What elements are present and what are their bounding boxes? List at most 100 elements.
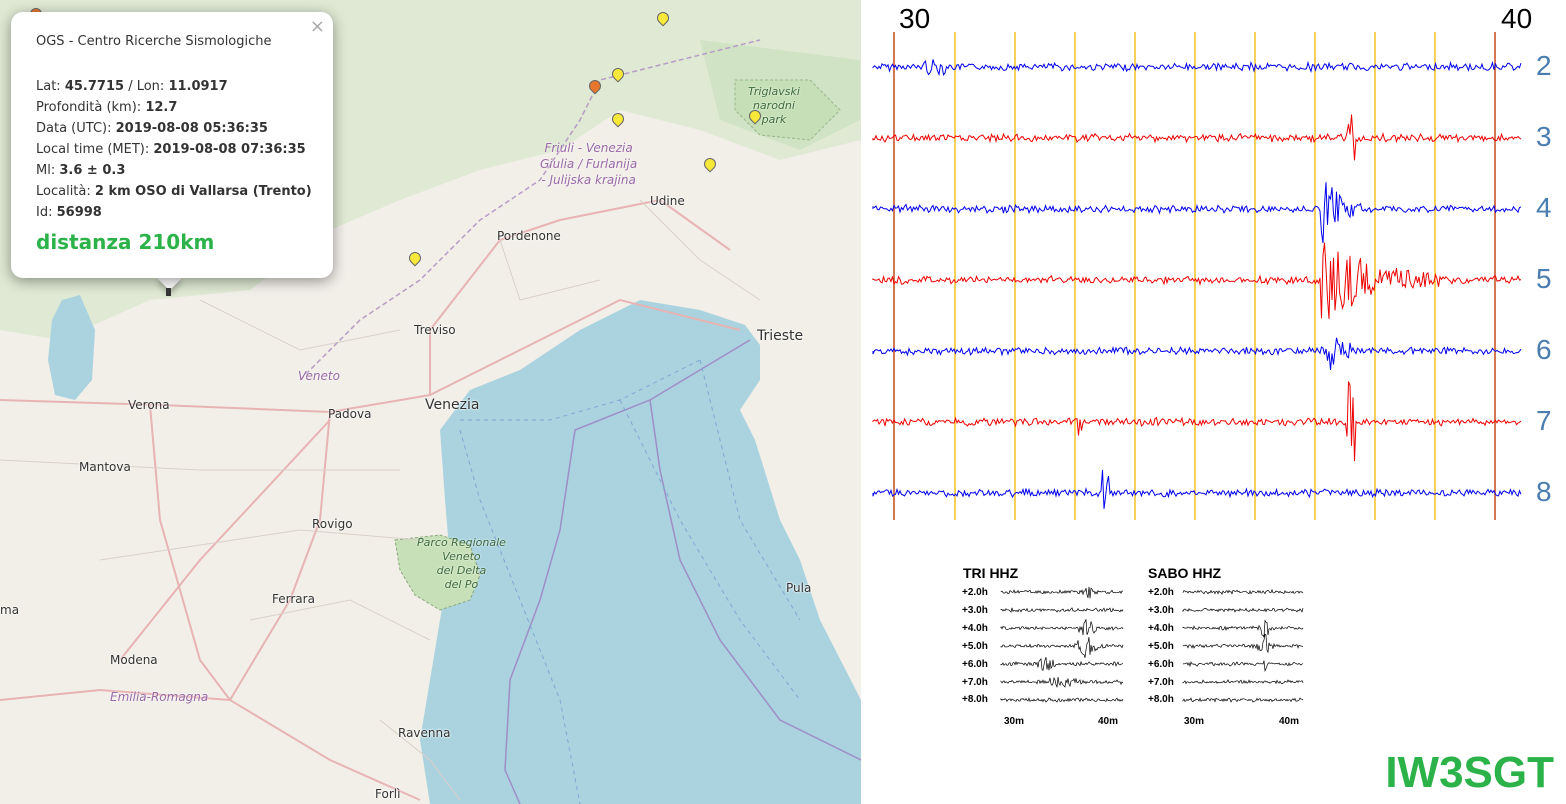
seismogram-panel: 30 40 2 3 4 5 6 7 8 TRI HHZ SABO HHZ +2.… [861, 0, 1566, 804]
loc-label: Località: [36, 184, 91, 199]
sabo-row-label: +4.0h [1148, 623, 1174, 634]
mini-trace [1182, 607, 1304, 613]
lat-label: Lat: [36, 79, 61, 94]
place-modena: Modena [110, 653, 158, 667]
mini-trace [1000, 619, 1124, 636]
mini-trace [1182, 679, 1304, 685]
tri-row-label: +3.0h [962, 605, 988, 616]
tri-row-label: +6.0h [962, 659, 988, 670]
popup-ml: Ml: 3.6 ± 0.3 [36, 160, 312, 181]
delta-line-1: Parco Regionale [417, 536, 506, 549]
place-pula: Pula [786, 581, 812, 595]
tri-title: TRI HHZ [963, 565, 1019, 581]
popup-header: OGS - Centro Ricerche Sismologiche [36, 34, 272, 49]
seismo-trace [872, 182, 1522, 244]
delta-line-2: Veneto [442, 550, 481, 563]
tri-row-label: +4.0h [962, 623, 988, 634]
lat-value: 45.7715 [64, 79, 125, 94]
trace-label-7: 7 [1536, 405, 1552, 436]
trace-label-4: 4 [1536, 192, 1552, 223]
tri-axis-right: 40m [1098, 716, 1119, 727]
lon-label: / Lon: [128, 79, 165, 94]
id-value: 56998 [56, 205, 102, 220]
sabo-row-label: +5.0h [1148, 641, 1174, 652]
mini-trace [1182, 588, 1304, 595]
place-venezia: Venezia [425, 397, 480, 413]
ml-label: Ml: [36, 163, 56, 178]
station-callsign: IW3SGT [1385, 748, 1554, 797]
trace-label-8: 8 [1536, 476, 1552, 507]
place-ferrara: Ferrara [272, 592, 315, 606]
friuli-line-1: Friuli - Venezia [544, 141, 633, 155]
popup-date: Data (UTC): 2019-08-08 05:36:35 [36, 118, 312, 139]
popup-id: Id: 56998 [36, 202, 312, 223]
popup-loc: Località: 2 km OSO di Vallarsa (Trento) [36, 181, 312, 202]
triglav-line-1: Triglavski [748, 85, 800, 98]
mini-trace [1000, 637, 1124, 658]
place-ma: ma [0, 603, 20, 617]
id-label: Id: [36, 205, 53, 220]
place-ravenna: Ravenna [398, 726, 451, 740]
sabo-axis-right: 40m [1279, 716, 1300, 727]
place-pordenone: Pordenone [497, 229, 561, 243]
park-delta-po: Parco Regionale Veneto del Delta del Po [417, 536, 506, 592]
ml-value: 3.6 ± 0.3 [59, 163, 126, 178]
mini-trace [1000, 697, 1124, 703]
mini-trace [1182, 660, 1304, 672]
place-mantova: Mantova [79, 460, 131, 474]
place-forli: Forlì [375, 787, 401, 801]
mini-trace [1000, 657, 1124, 672]
depth-value: 12.7 [145, 100, 178, 115]
tri-row-label: +7.0h [962, 677, 988, 688]
region-friuli: Friuli - Venezia Giulia / Furlanija - Ju… [540, 140, 637, 188]
mini-trace [1182, 633, 1304, 654]
sabo-row-label: +2.0h [1148, 587, 1174, 598]
sabo-axis-left: 30m [1184, 716, 1205, 727]
loc-value: 2 km OSO di Vallarsa (Trento) [94, 184, 312, 199]
tri-row-label: +2.0h [962, 587, 988, 598]
region-emilia: Emilia-Romagna [110, 690, 209, 704]
seismo-trace [872, 114, 1522, 161]
friuli-line-2: Giulia / Furlanija [540, 157, 638, 171]
delta-line-3: del Delta [436, 564, 487, 577]
sabo-row-label: +8.0h [1148, 694, 1174, 705]
popup-latlon: Lat: 45.7715 / Lon: 11.0917 [36, 76, 312, 97]
sabo-row-label: +3.0h [1148, 605, 1174, 616]
popup-details: Lat: 45.7715 / Lon: 11.0917 Profondità (… [36, 76, 312, 223]
epicenter-marker [166, 288, 171, 296]
mini-trace [1182, 619, 1304, 639]
tri-row-label: +8.0h [962, 694, 988, 705]
mini-trace [1000, 676, 1124, 688]
sabo-row-label: +7.0h [1148, 677, 1174, 688]
lon-value: 11.0917 [168, 79, 228, 94]
place-padova: Padova [328, 407, 372, 421]
axis-label-left: 30 [899, 3, 931, 34]
sabo-title: SABO HHZ [1148, 565, 1222, 581]
axis-label-right: 40 [1501, 3, 1533, 34]
popup-close-icon[interactable]: × [310, 16, 325, 37]
depth-label: Profondità (km): [36, 100, 142, 115]
place-treviso: Treviso [414, 323, 456, 337]
popup-depth: Profondità (km): 12.7 [36, 97, 312, 118]
mini-trace [1182, 697, 1304, 703]
date-value: 2019-08-08 05:36:35 [115, 121, 268, 136]
seismo-trace [872, 59, 1522, 77]
place-rovigo: Rovigo [312, 517, 353, 531]
seismo-trace [872, 381, 1522, 462]
trace-label-2: 2 [1536, 50, 1552, 81]
mini-trace [1000, 607, 1124, 613]
map-view[interactable]: Verona Padova Venezia Treviso Pordenone … [0, 0, 861, 804]
mini-trace [1000, 586, 1124, 599]
place-verona: Verona [128, 398, 170, 412]
place-trieste: Trieste [757, 328, 804, 344]
date-label: Data (UTC): [36, 121, 112, 136]
quake-popup: × OGS - Centro Ricerche Sismologiche Lat… [11, 12, 333, 278]
delta-line-4: del Po [444, 578, 479, 591]
local-value: 2019-08-08 07:36:35 [153, 142, 306, 157]
place-udine: Udine [650, 194, 685, 208]
seismo-trace [872, 242, 1522, 319]
region-veneto: Veneto [298, 369, 340, 383]
friuli-line-3: - Julijska krajina [541, 173, 636, 187]
local-label: Local time (MET): [36, 142, 150, 157]
seismo-trace [872, 469, 1522, 509]
